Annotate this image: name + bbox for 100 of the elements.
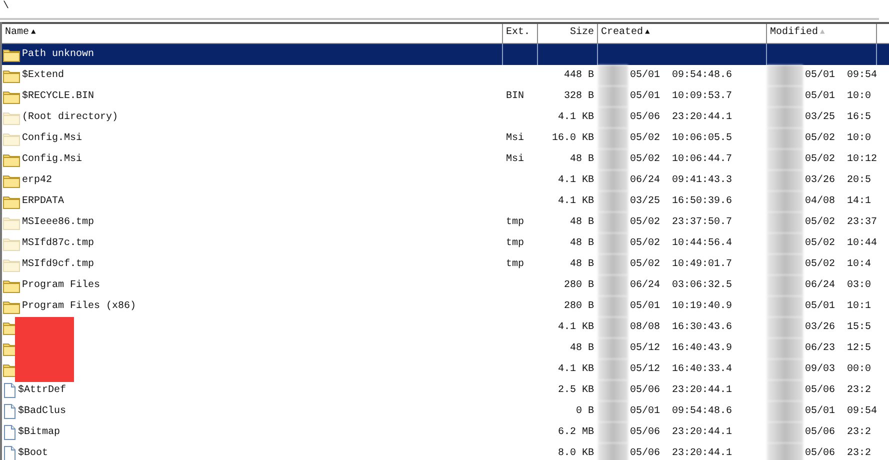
- blurred-year: [598, 128, 628, 149]
- blurred-year: [767, 233, 803, 254]
- blurred-year: [598, 149, 628, 170]
- file-row[interactable]: (Root directory) 4.1 KB 05/06 23:20:44.1 03/25 16:5: [2, 107, 889, 128]
- created-date: 05/12 16:40:33.4: [630, 364, 732, 375]
- modified-date: 05/02 23:37: [804, 217, 877, 228]
- file-row[interactable]: $Boot 8.0 KB 05/06 23:20:44.1 05/06 23:2: [2, 443, 889, 460]
- modified-date: 05/02 10:44: [804, 238, 877, 249]
- file-extension: tmp: [506, 259, 524, 270]
- file-name: (Root directory): [22, 112, 118, 123]
- modified-date: 05/01 09:54: [804, 70, 877, 81]
- file-size: 4.1 KB: [558, 364, 594, 375]
- sort-arrow: ▲: [820, 28, 825, 37]
- blurred-year: [598, 170, 628, 191]
- created-date: 05/02 23:37:50.7: [630, 217, 732, 228]
- file-extension: tmp: [506, 217, 524, 228]
- created-date: 05/02 10:06:05.5: [630, 133, 732, 144]
- file-name: Program Files: [22, 280, 100, 291]
- file-size: 280 B: [564, 280, 594, 291]
- blurred-year: [767, 338, 803, 359]
- modified-date: 05/01 09:54: [804, 406, 877, 417]
- file-row[interactable]: $Extend 448 B 05/01 09:54:48.6 05/01 09:54: [2, 65, 889, 86]
- file-row[interactable]: $RECYCLE.BIN BIN 328 B 05/01 10:09:53.7 05/01 10:0: [2, 86, 889, 107]
- file-name: MSIfd87c.tmp: [22, 238, 94, 249]
- blurred-year: [767, 443, 803, 460]
- file-row[interactable]: MSIeee86.tmp tmp 48 B 05/02 23:37:50.7 05/02 23:37: [2, 212, 889, 233]
- blurred-year: [598, 275, 628, 296]
- blurred-year: [767, 149, 803, 170]
- file-row[interactable]: MSIfd87c.tmp tmp 48 B 05/02 10:44:56.4 05/02 10:44: [2, 233, 889, 254]
- blurred-year: [767, 422, 803, 443]
- column-header[interactable]: Modified ▲: [767, 24, 877, 43]
- folder-icon: [3, 236, 20, 250]
- file-size: 0 B: [576, 406, 594, 417]
- created-date: 05/01 10:19:40.9: [630, 301, 732, 312]
- path-text: \: [3, 1, 10, 12]
- column-header[interactable]: Size: [538, 24, 598, 43]
- file-name: $Extend: [22, 70, 64, 81]
- modified-date: 05/06 23:2: [805, 448, 872, 459]
- created-date: 03/25 16:50:39.6: [630, 196, 732, 207]
- created-date: 08/08 16:30:43.6: [630, 322, 732, 333]
- folder-icon: [3, 68, 20, 82]
- column-header[interactable]: Ext.: [503, 24, 538, 43]
- blurred-year: [598, 233, 628, 254]
- file-row[interactable]: Config.Msi Msi 16.0 KB 05/02 10:06:05.5 05/02 10:0: [2, 128, 889, 149]
- folder-icon: [3, 174, 20, 188]
- blurred-year: [598, 191, 628, 212]
- file-row[interactable]: Program Files (x86) 280 B 05/01 10:19:40.9 05/01 10:1: [2, 296, 889, 317]
- file-size: 48 B: [570, 259, 594, 270]
- blurred-year: [598, 86, 628, 107]
- file-name: $Boot: [18, 448, 48, 459]
- file-row[interactable]: Path unknown: [2, 44, 889, 65]
- file-extension: BIN: [506, 91, 524, 102]
- folder-icon: [3, 194, 20, 208]
- file-size: 4.1 KB: [558, 175, 594, 186]
- blurred-year: [598, 401, 628, 422]
- file-size: 2.5 KB: [558, 385, 594, 396]
- modified-date: 03/26 15:5: [805, 322, 872, 333]
- file-row[interactable]: $AttrDef 2.5 KB 05/06 23:20:44.1 05/06 23:2: [2, 380, 889, 401]
- blurred-year: [598, 212, 628, 233]
- file-size: 16.0 KB: [552, 133, 594, 144]
- file-row[interactable]: $BadClus 0 B 05/01 09:54:48.6 05/01 09:54: [2, 401, 889, 422]
- created-date: 05/02 10:44:56.4: [630, 238, 732, 249]
- blurred-year: [767, 170, 803, 191]
- created-date: 05/01 09:54:48.6: [630, 70, 732, 81]
- file-extension: Msi: [506, 133, 524, 144]
- file-icon: [3, 425, 16, 440]
- blurred-year: [598, 443, 628, 460]
- file-row[interactable]: $Bitmap 6.2 MB 05/06 23:20:44.1 05/06 23:2: [2, 422, 889, 443]
- file-name: Path unknown: [22, 49, 94, 60]
- file-row[interactable]: Config.Msi Msi 48 B 05/02 10:06:44.7 05/02 10:12: [2, 149, 889, 170]
- file-row[interactable]: erp42 4.1 KB 06/24 09:41:43.3 03/26 20:5: [2, 170, 889, 191]
- modified-date: 05/02 10:4: [805, 259, 872, 270]
- modified-date: 03/26 20:5: [805, 175, 872, 186]
- blurred-year: [598, 338, 628, 359]
- folder-icon: [3, 152, 20, 166]
- file-name: $Bitmap: [18, 427, 60, 438]
- file-size: 48 B: [570, 217, 594, 228]
- blurred-year: [598, 422, 628, 443]
- blurred-year: [598, 296, 628, 317]
- column-header[interactable]: Name ▲: [2, 24, 503, 43]
- folder-icon: [3, 300, 20, 314]
- modified-date: 05/01 10:1: [805, 301, 872, 312]
- file-size: 6.2 MB: [558, 427, 594, 438]
- blurred-year: [598, 254, 628, 275]
- blurred-year: [767, 317, 803, 338]
- folder-icon: [3, 278, 20, 292]
- blurred-year: [598, 317, 628, 338]
- file-row[interactable]: MSIfd9cf.tmp tmp 48 B 05/02 10:49:01.7 05/02 10:4: [2, 254, 889, 275]
- file-size: 280 B: [564, 301, 594, 312]
- column-header[interactable]: Created ▲: [598, 24, 767, 43]
- file-row[interactable]: Program Files 280 B 06/24 03:06:32.5 06/24 03:0: [2, 275, 889, 296]
- modified-date: 03/25 16:5: [805, 112, 872, 123]
- file-row[interactable]: ERPDATA 4.1 KB 03/25 16:50:39.6 04/08 14:1: [2, 191, 889, 212]
- blurred-year: [767, 128, 803, 149]
- file-name: $RECYCLE.BIN: [22, 91, 94, 102]
- file-size: 48 B: [570, 154, 594, 165]
- blurred-year: [767, 296, 803, 317]
- modified-date: 04/08 14:1: [805, 196, 872, 207]
- file-name: MSIeee86.tmp: [22, 217, 94, 228]
- file-name: $BadClus: [18, 406, 66, 417]
